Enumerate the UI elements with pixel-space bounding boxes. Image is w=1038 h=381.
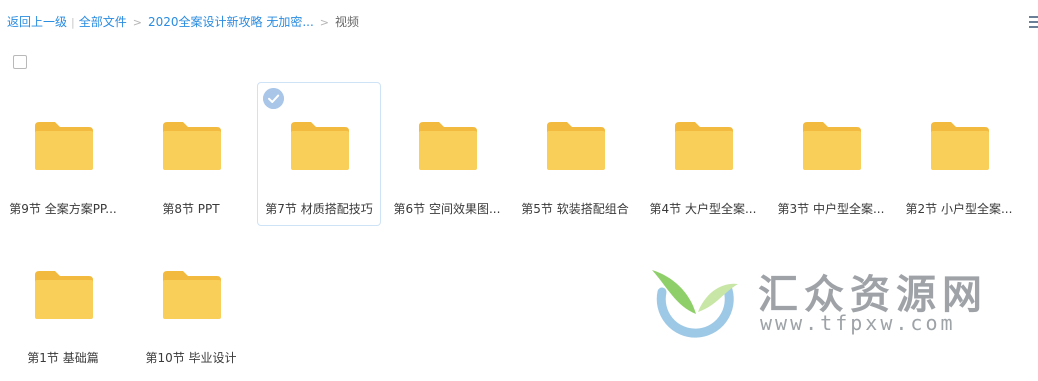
breadcrumb: 返回上一级 | 全部文件 >2020全案设计新攻略 无加密... > 视频 bbox=[7, 13, 359, 31]
folder-name: 第4节 大户型全案... bbox=[649, 202, 757, 216]
folder-icon bbox=[163, 122, 221, 170]
folder-icon bbox=[35, 122, 93, 170]
breadcrumb-separator: | bbox=[71, 16, 75, 29]
folder-icon bbox=[931, 122, 989, 170]
folder-name: 第9节 全案方案PP... bbox=[9, 202, 117, 216]
breadcrumb-chevron: > bbox=[132, 16, 142, 29]
folder-name: 第6节 空间效果图... bbox=[393, 202, 501, 216]
parent-folder-link[interactable]: 2020全案设计新攻略 无加密... bbox=[148, 15, 314, 29]
folder-name: 第3节 中户型全案... bbox=[777, 202, 885, 216]
folder-icon bbox=[803, 122, 861, 170]
select-all-checkbox[interactable] bbox=[13, 55, 27, 69]
folder-name: 第8节 PPT bbox=[162, 202, 220, 216]
folder-tile[interactable]: 第4节 大户型全案... bbox=[641, 82, 765, 226]
folder-name: 第1节 基础篇 bbox=[27, 351, 99, 365]
folder-tile[interactable]: 第6节 空间效果图... bbox=[385, 82, 509, 226]
folder-icon bbox=[291, 122, 349, 170]
folder-tile[interactable]: 第2节 小户型全案... bbox=[897, 82, 1021, 226]
watermark-url: www.tfpxw.com bbox=[760, 311, 956, 335]
folder-tile[interactable]: 第8节 PPT bbox=[129, 82, 253, 226]
current-folder-label: 视频 bbox=[335, 15, 360, 29]
folder-name: 第7节 材质搭配技巧 bbox=[265, 202, 373, 216]
folder-tile[interactable]: 第10节 毕业设计 bbox=[129, 231, 253, 375]
leaf-logo-icon bbox=[652, 270, 738, 338]
check-circle-icon[interactable] bbox=[263, 88, 284, 109]
folder-icon bbox=[419, 122, 477, 170]
folder-tile[interactable]: 第1节 基础篇 bbox=[1, 231, 125, 375]
folder-icon bbox=[163, 271, 221, 319]
breadcrumb-chevron: > bbox=[319, 16, 329, 29]
folder-name: 第5节 软装搭配组合 bbox=[521, 202, 629, 216]
folder-tile[interactable]: 第3节 中户型全案... bbox=[769, 82, 893, 226]
folder-tile-selected[interactable]: 第7节 材质搭配技巧 bbox=[257, 82, 381, 226]
watermark: 汇众资源网 www.tfpxw.com bbox=[650, 262, 1000, 342]
folder-name: 第2节 小户型全案... bbox=[905, 202, 1013, 216]
all-files-link[interactable]: 全部文件 bbox=[79, 15, 127, 29]
folder-name: 第10节 毕业设计 bbox=[145, 351, 237, 365]
folder-icon bbox=[547, 122, 605, 170]
list-view-icon[interactable] bbox=[1029, 16, 1038, 28]
back-link[interactable]: 返回上一级 bbox=[7, 15, 67, 29]
folder-tile[interactable]: 第5节 软装搭配组合 bbox=[513, 82, 637, 226]
folder-icon bbox=[675, 122, 733, 170]
folder-tile[interactable]: 第9节 全案方案PP... bbox=[1, 82, 125, 226]
folder-icon bbox=[35, 271, 93, 319]
